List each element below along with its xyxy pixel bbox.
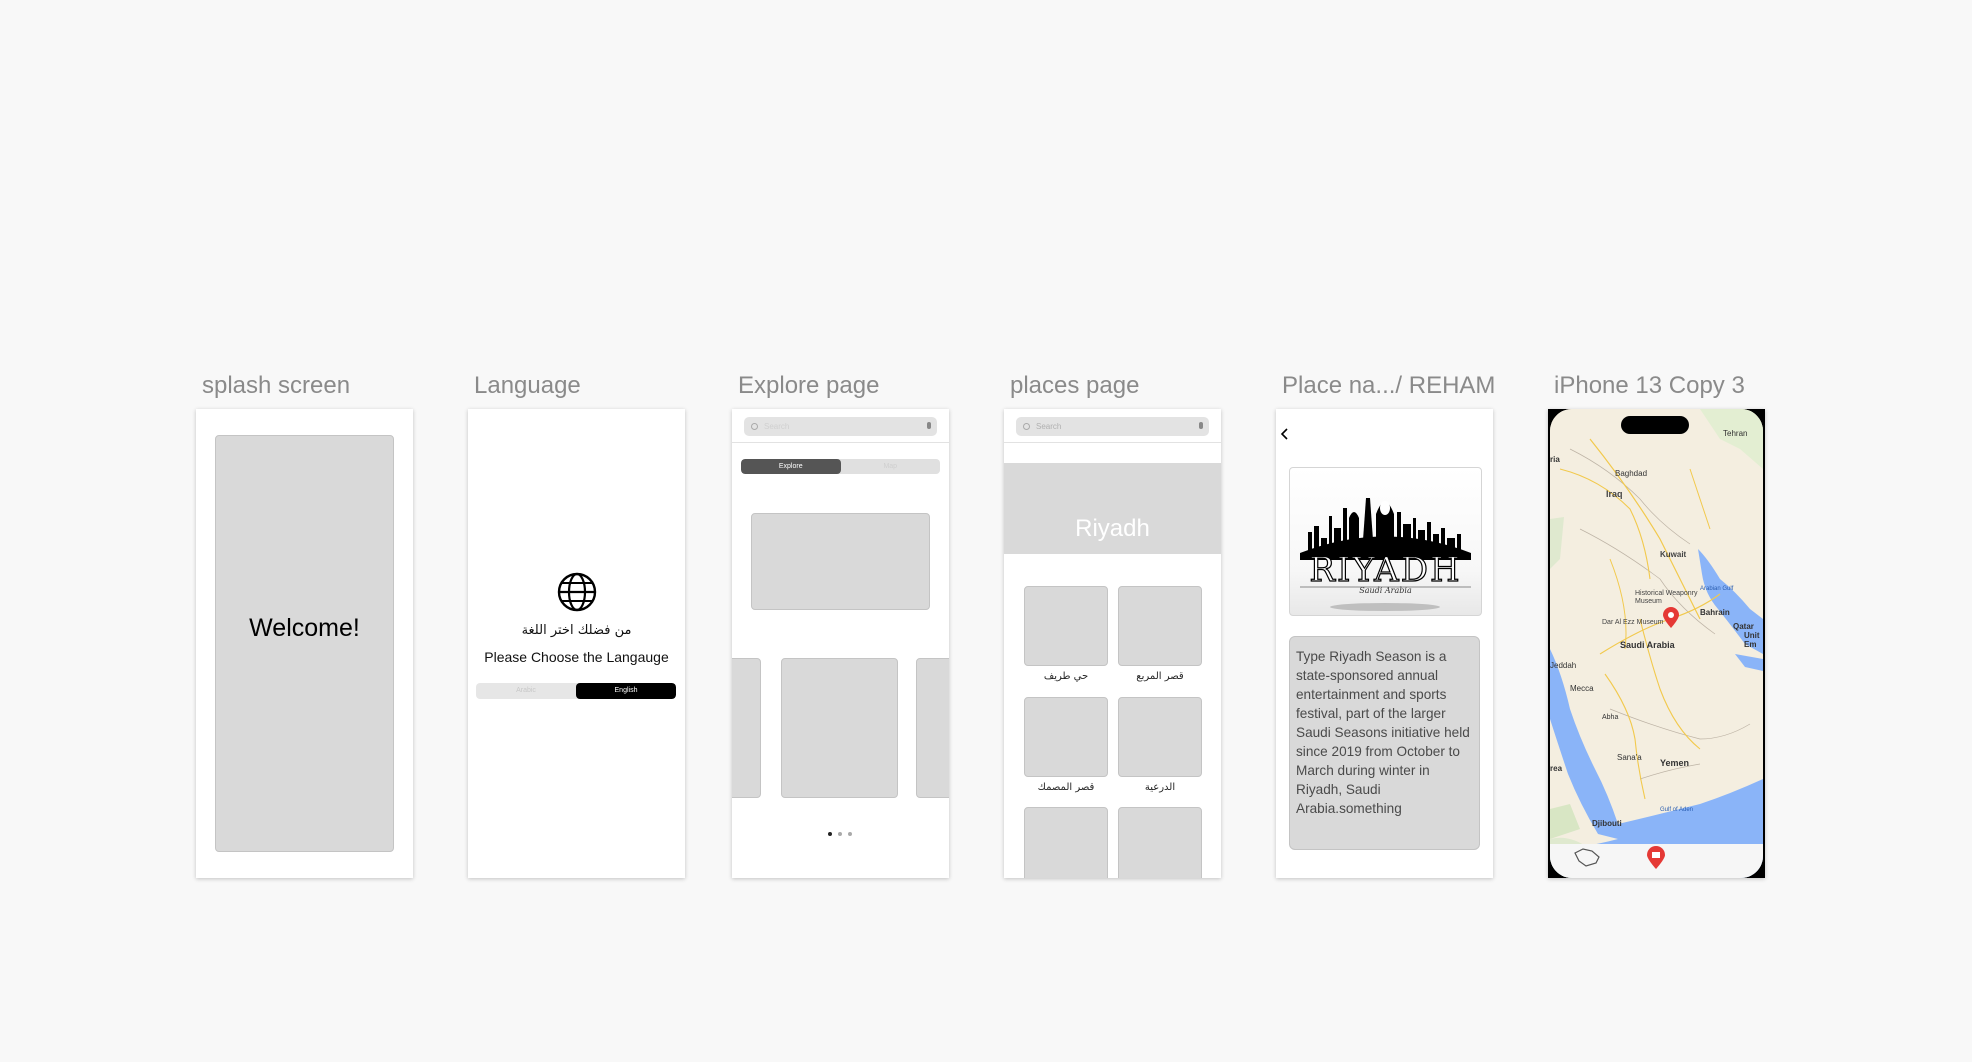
saudi-map-tab-icon[interactable] <box>1572 846 1602 873</box>
place-thumb-4[interactable] <box>1118 697 1202 777</box>
places-search-bar[interactable]: Search <box>1016 417 1209 436</box>
place-label-2[interactable]: قصر المربع <box>1118 671 1202 682</box>
globe-icon <box>557 572 597 617</box>
map-label-gulf-of-aden: Gulf of Aden <box>1660 807 1694 813</box>
map-label-kuwait: Kuwait <box>1660 550 1687 559</box>
map-label-rea: rea <box>1550 764 1563 773</box>
map-label-baghdad: Baghdad <box>1615 469 1648 478</box>
explore-search-placeholder: Search <box>764 422 790 431</box>
map-label-jeddah: Jeddah <box>1550 661 1577 670</box>
frame-title-place-detail: Place na.../ REHAM <box>1282 372 1496 399</box>
place-description: Type Riyadh Season is a state-sponsored … <box>1296 649 1470 816</box>
map-label-arabian-gulf: Arabian Gulf <box>1700 586 1734 592</box>
page-indicator-dot-2[interactable] <box>838 832 842 836</box>
microphone-icon[interactable] <box>1199 422 1203 429</box>
featured-card[interactable] <box>751 513 930 610</box>
language-segmented-control: Arabic English <box>476 683 676 699</box>
description-card: Type Riyadh Season is a state-sponsored … <box>1289 636 1480 850</box>
splash-screen-frame: Welcome! <box>196 409 413 878</box>
map-label-saudi-arabia: Saudi Arabia <box>1620 640 1675 650</box>
place-label-4[interactable]: الدرعية <box>1118 782 1202 793</box>
language-option-english[interactable]: English <box>576 683 676 699</box>
place-thumb-1[interactable] <box>1024 586 1108 666</box>
map-label-tehran: Tehran <box>1723 429 1748 438</box>
riyadh-logo-subtext: Saudi Arabia <box>1359 586 1412 595</box>
map-frame: Tehran Baghdad Iraq Kuwait Historical We… <box>1548 409 1765 878</box>
map-label-qatar: Qatar <box>1733 622 1754 631</box>
explore-tabs: Explore Map <box>741 459 940 474</box>
page-indicator-dot-1[interactable] <box>828 832 832 836</box>
map-label-dar-al-ezz-museum: Dar Al Ezz Museum <box>1602 619 1664 626</box>
map-label-bahrain: Bahrain <box>1700 608 1730 617</box>
tab-explore[interactable]: Explore <box>741 459 841 474</box>
place-thumb-6[interactable] <box>1118 807 1202 878</box>
carousel-card-prev[interactable] <box>732 658 761 798</box>
search-icon <box>751 423 758 430</box>
header-divider <box>732 442 949 443</box>
riyadh-logo-image: RIYADH Saudi Arabia <box>1289 467 1482 616</box>
map-label-historical-weaponry-museum: Historical Weaponry Museum <box>1635 590 1698 605</box>
frame-title-language: Language <box>474 372 581 399</box>
place-thumb-5[interactable] <box>1024 807 1108 878</box>
place-detail-frame: RIYADH Saudi Arabia Type Riyadh Season i… <box>1276 409 1493 878</box>
welcome-text: Welcome! <box>249 614 360 642</box>
map-label-sanaa: Sana'a <box>1617 753 1642 762</box>
language-prompt-english: Please Choose the Langauge <box>484 649 669 665</box>
place-label-1[interactable]: حي طريف <box>1024 671 1108 682</box>
explore-frame: Search Explore Map <box>732 409 949 878</box>
place-thumb-3[interactable] <box>1024 697 1108 777</box>
microphone-icon[interactable] <box>927 422 931 429</box>
chevron-left-icon[interactable] <box>1280 427 1290 445</box>
place-label-3[interactable]: قصر المصمك <box>1024 782 1108 793</box>
page-indicator-dot-3[interactable] <box>848 832 852 836</box>
map-view[interactable]: Tehran Baghdad Iraq Kuwait Historical We… <box>1550 409 1763 878</box>
city-hero-title: Riyadh <box>1075 515 1150 542</box>
frame-title-map: iPhone 13 Copy 3 <box>1554 372 1745 399</box>
map-label-djibouti: Djibouti <box>1592 819 1622 828</box>
riyadh-logo-text: RIYADH <box>1309 549 1462 590</box>
map-label-mecca: Mecca <box>1570 684 1594 693</box>
map-label-yemen: Yemen <box>1660 758 1690 768</box>
splash-panel: Welcome! <box>215 435 394 852</box>
place-thumb-2[interactable] <box>1118 586 1202 666</box>
frame-title-splash: splash screen <box>202 372 351 399</box>
map-label-uae: Unit Em <box>1744 631 1760 649</box>
header-divider <box>1004 442 1221 443</box>
map-label-iraq: Iraq <box>1606 489 1623 499</box>
dynamic-island <box>1621 416 1689 434</box>
tab-map[interactable]: Map <box>841 459 941 474</box>
carousel-card-current[interactable] <box>781 658 898 798</box>
places-frame: Search Riyadh حي طريف قصر المربع قصر الم… <box>1004 409 1221 878</box>
city-hero-banner[interactable]: Riyadh <box>1004 463 1221 554</box>
language-prompt-arabic: من فضلك اختر اللغة <box>521 623 632 638</box>
map-label-abha: Abha <box>1602 714 1619 721</box>
location-pin-icon[interactable] <box>1662 607 1680 634</box>
map-label-ria: ria <box>1550 455 1560 464</box>
frame-title-explore: Explore page <box>738 372 880 399</box>
explore-search-bar[interactable]: Search <box>744 417 937 436</box>
pin-tab-icon[interactable] <box>1646 846 1666 875</box>
language-option-arabic[interactable]: Arabic <box>476 683 576 699</box>
carousel-card-next[interactable] <box>916 658 949 798</box>
language-frame: من فضلك اختر اللغة Please Choose the Lan… <box>468 409 685 878</box>
places-search-placeholder: Search <box>1036 422 1062 431</box>
search-icon <box>1023 423 1030 430</box>
frame-title-places: places page <box>1010 372 1140 399</box>
